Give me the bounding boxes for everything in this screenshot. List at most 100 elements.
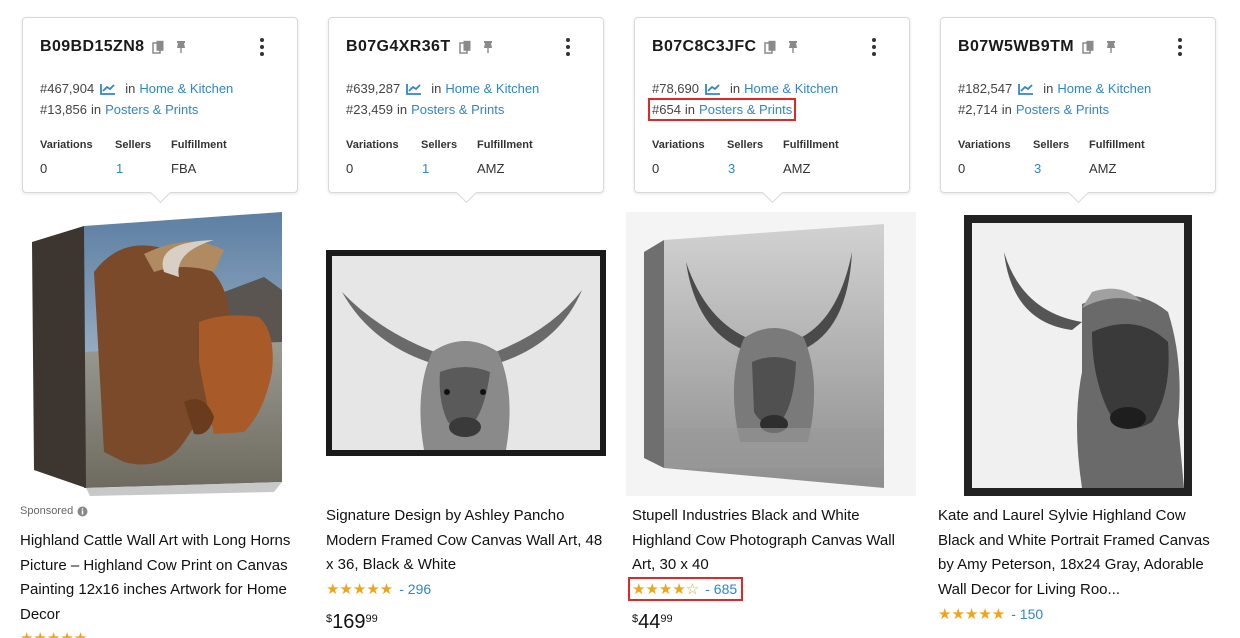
subcategory-link[interactable]: Posters & Prints <box>699 102 792 117</box>
pin-icon[interactable] <box>174 40 188 54</box>
product-title[interactable]: Highland Cattle Wall Art with Long Horns… <box>20 529 306 627</box>
asin-row: B07C8C3JFC <box>652 36 800 58</box>
rank-chart-icon[interactable] <box>100 83 116 95</box>
product-card: B07G4XR36T #639,287 in Home & Kitchen #2… <box>320 0 610 638</box>
sellers-header: Sellers <box>727 139 764 151</box>
product-card: B07C8C3JFC #78,690 in Home & Kitchen #65… <box>626 0 916 638</box>
variations-value: 0 <box>958 161 966 176</box>
price-symbol: $ <box>632 613 639 625</box>
sponsored-text: Sponsored <box>20 505 74 517</box>
variations-value: 0 <box>652 161 660 176</box>
copy-icon[interactable] <box>1082 40 1096 54</box>
rank-chart-icon[interactable] <box>406 83 422 95</box>
category-link[interactable]: Home & Kitchen <box>744 81 838 96</box>
in-label: in <box>1001 102 1012 117</box>
rating[interactable]: ★★★★★ <box>18 628 91 638</box>
review-count-link[interactable]: - 150 <box>1011 606 1043 622</box>
category-link[interactable]: Home & Kitchen <box>445 81 539 96</box>
subcategory-link[interactable]: Posters & Prints <box>105 102 198 117</box>
asin-row: B07W5WB9TM <box>958 36 1118 58</box>
in-label: in <box>1043 81 1054 96</box>
rating-highlighted[interactable]: ★★★★☆ - 685 <box>627 577 744 601</box>
sponsored-label: Sponsored <box>20 505 88 517</box>
product-image[interactable] <box>320 212 610 496</box>
star-rating: ★★★★★ <box>20 629 87 638</box>
rank-value: #13,856 <box>40 102 87 117</box>
in-label: in <box>684 102 696 117</box>
product-card: B09BD15ZN8 #467,904 in Home & Kitchen #1… <box>14 0 304 638</box>
in-label: in <box>397 102 408 117</box>
in-label: in <box>125 81 136 96</box>
sellers-value[interactable]: 1 <box>422 161 429 176</box>
category-link[interactable]: Home & Kitchen <box>1057 81 1151 96</box>
asin-label: B07G4XR36T <box>346 38 451 55</box>
pin-icon[interactable] <box>481 40 495 54</box>
rank-value: #182,547 <box>958 81 1013 96</box>
variations-header: Variations <box>652 139 705 151</box>
sellers-value[interactable]: 1 <box>116 161 123 176</box>
fulfillment-header: Fulfillment <box>171 139 227 151</box>
rating[interactable]: ★★★★★ - 296 <box>324 579 435 599</box>
more-options-icon[interactable] <box>1173 36 1187 58</box>
product-image[interactable] <box>14 212 304 496</box>
price-symbol: $ <box>326 613 333 625</box>
fulfillment-header: Fulfillment <box>1089 139 1145 151</box>
sellers-header: Sellers <box>115 139 152 151</box>
in-label: in <box>91 102 102 117</box>
review-count-link[interactable]: - 296 <box>399 581 431 597</box>
sub-category-rank: #2,714 in Posters & Prints <box>958 102 1109 117</box>
star-rating: ★★★★★ <box>938 606 1006 623</box>
pin-icon[interactable] <box>1104 40 1118 54</box>
main-category-rank: #639,287 in Home & Kitchen <box>346 81 539 96</box>
main-category-rank: #182,547 in Home & Kitchen <box>958 81 1151 96</box>
asin-label: B07C8C3JFC <box>652 38 757 55</box>
asin-label: B09BD15ZN8 <box>40 38 145 55</box>
product-title[interactable]: Signature Design by Ashley Pancho Modern… <box>326 504 612 578</box>
product-title[interactable]: Stupell Industries Black and White Highl… <box>632 504 918 578</box>
more-options-icon[interactable] <box>561 36 575 58</box>
variations-value: 0 <box>346 161 354 176</box>
rank-chart-icon[interactable] <box>705 83 721 95</box>
asin-label: B07W5WB9TM <box>958 38 1075 55</box>
sellers-header: Sellers <box>1033 139 1070 151</box>
variations-value: 0 <box>40 161 48 176</box>
price: $16999 <box>326 611 378 634</box>
rank-value: #2,714 <box>958 102 998 117</box>
in-label: in <box>431 81 442 96</box>
fulfillment-header: Fulfillment <box>783 139 839 151</box>
sub-category-rank: #13,856 in Posters & Prints <box>40 102 198 117</box>
product-image[interactable] <box>932 212 1222 496</box>
rating[interactable]: ★★★★★ - 150 <box>936 604 1047 624</box>
asin-row: B09BD15ZN8 <box>40 36 188 58</box>
sub-category-rank: #23,459 in Posters & Prints <box>346 102 504 117</box>
pin-icon[interactable] <box>786 40 800 54</box>
rank-value: #639,287 <box>346 81 401 96</box>
info-icon[interactable] <box>77 506 88 517</box>
copy-icon[interactable] <box>764 40 778 54</box>
fulfillment-value: FBA <box>171 161 197 176</box>
sellers-value[interactable]: 3 <box>728 161 735 176</box>
more-options-icon[interactable] <box>255 36 269 58</box>
product-info-popup: B09BD15ZN8 #467,904 in Home & Kitchen #1… <box>22 17 298 193</box>
review-count-link[interactable]: - 685 <box>705 581 737 597</box>
variations-header: Variations <box>40 139 93 151</box>
product-info-popup: B07W5WB9TM #182,547 in Home & Kitchen #2… <box>940 17 1216 193</box>
more-options-icon[interactable] <box>867 36 881 58</box>
variations-header: Variations <box>958 139 1011 151</box>
subcategory-link[interactable]: Posters & Prints <box>411 102 504 117</box>
copy-icon[interactable] <box>458 40 473 54</box>
product-image[interactable] <box>626 212 916 496</box>
product-info-popup: B07G4XR36T #639,287 in Home & Kitchen #2… <box>328 17 604 193</box>
subcategory-link[interactable]: Posters & Prints <box>1016 102 1109 117</box>
fulfillment-header: Fulfillment <box>477 139 533 151</box>
product-info-popup: B07C8C3JFC #78,690 in Home & Kitchen #65… <box>634 17 910 193</box>
fulfillment-value: AMZ <box>783 161 811 176</box>
category-link[interactable]: Home & Kitchen <box>139 81 233 96</box>
variations-header: Variations <box>346 139 399 151</box>
sellers-value[interactable]: 3 <box>1034 161 1041 176</box>
asin-row: B07G4XR36T <box>346 36 495 58</box>
sub-category-rank-highlighted: #654 in Posters & Prints <box>647 98 797 121</box>
copy-icon[interactable] <box>152 40 166 54</box>
product-title[interactable]: Kate and Laurel Sylvie Highland Cow Blac… <box>938 504 1224 602</box>
rank-chart-icon[interactable] <box>1018 83 1034 95</box>
